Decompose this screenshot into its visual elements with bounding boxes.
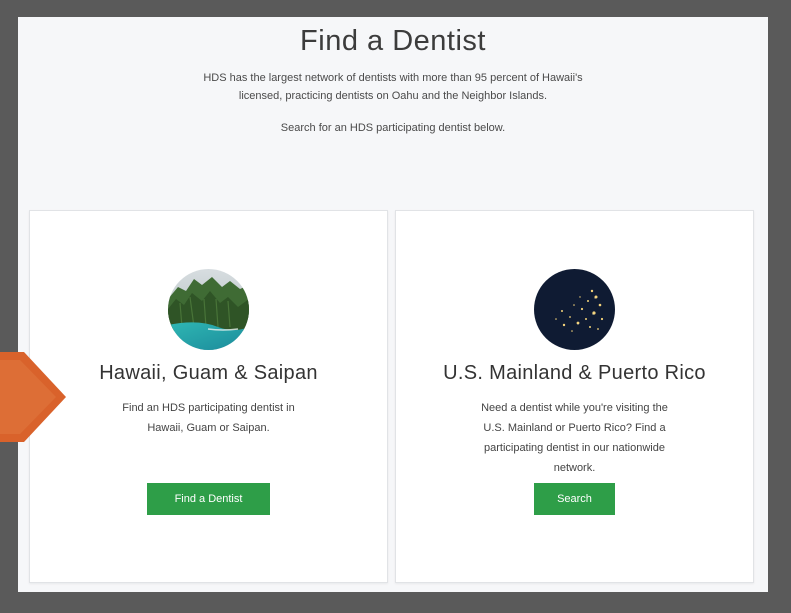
hawaii-coast-photo: [168, 269, 249, 350]
search-note: Search for an HDS participating dentist …: [280, 122, 506, 134]
card-us-mainland: U.S. Mainland & Puerto Rico Need a denti…: [395, 210, 754, 583]
find-dentist-page: Find a Dentist HDS has the largest netwo…: [18, 17, 768, 592]
card-hawaii: Hawaii, Guam & Saipan Find an HDS partic…: [29, 210, 388, 583]
intro-line-1: HDS has the largest network of dentists …: [203, 72, 583, 84]
intro-text: HDS has the largest network of dentists …: [18, 69, 768, 137]
card-title: U.S. Mainland & Puerto Rico: [443, 362, 706, 384]
page-title: Find a Dentist: [300, 25, 486, 57]
card-description: Find an HDS participating dentist in Haw…: [122, 402, 295, 434]
search-button[interactable]: Search: [534, 483, 615, 515]
us-night-lights-photo: [534, 269, 615, 350]
card-title: Hawaii, Guam & Saipan: [99, 362, 318, 384]
find-a-dentist-button[interactable]: Find a Dentist: [147, 483, 270, 515]
card-description: Need a dentist while you're visiting the…: [481, 402, 668, 474]
arrow-right-icon: [0, 352, 70, 447]
intro-line-2: licensed, practicing dentists on Oahu an…: [238, 90, 548, 102]
